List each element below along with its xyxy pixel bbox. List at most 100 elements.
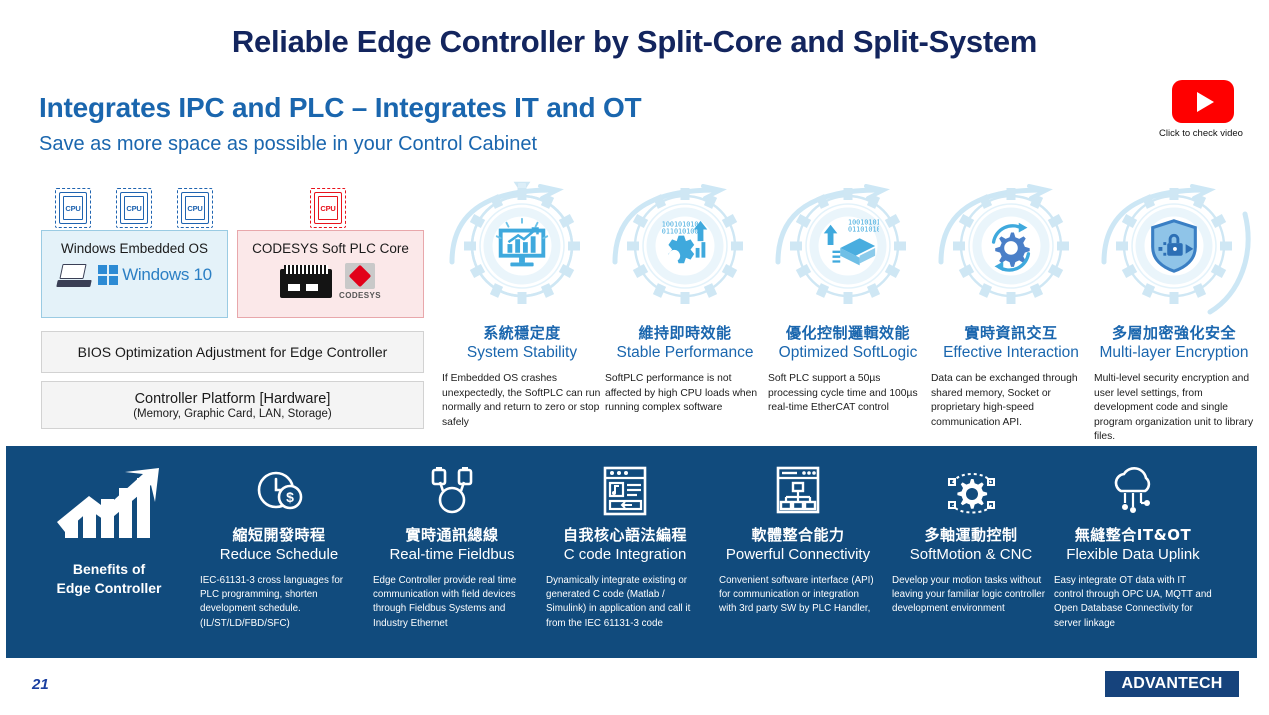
feature-title-cn: 優化控制邏輯效能	[785, 324, 910, 342]
codesys-logo: CODESYS	[339, 263, 381, 300]
feature-gear: 100101010 011010100	[780, 178, 916, 314]
feature-description: SoftPLC performance is not affected by h…	[605, 373, 758, 414]
benefit-title-en: Real-time Fieldbus	[389, 546, 515, 563]
svg-text:011010100: 011010100	[662, 227, 699, 235]
platform-sublabel: (Memory, Graphic Card, LAN, Storage)	[133, 407, 332, 420]
growth-chart-arrow-icon	[57, 468, 159, 538]
gear-bars-arrow-icon: 100101010 011010100	[662, 221, 708, 264]
benefit-description: Develop your motion tasks without leavin…	[892, 575, 1046, 615]
benefits-header: Benefits of Edge Controller	[34, 466, 184, 598]
feature-title-en: Effective Interaction	[943, 344, 1079, 361]
section-subheading: Save as more space as possible in your C…	[39, 133, 538, 155]
feature-title-cn: 系統穩定度	[483, 324, 561, 342]
windows-os-box: Windows Embedded OS Windows 10	[41, 230, 228, 318]
benefit-title-cn: 縮短開發時程	[232, 526, 326, 544]
feature-title-en: System Stability	[466, 344, 578, 361]
feature-description: If Embedded OS crashes unexpectedly, the…	[442, 373, 601, 428]
motion-gear-icon	[892, 462, 1050, 520]
page-number: 21	[32, 676, 49, 693]
feature-title-cn: 維持即時效能	[638, 324, 732, 342]
video-link[interactable]: Click to check video	[1159, 80, 1243, 139]
fieldbus-cable-icon	[373, 462, 531, 520]
feature-description: Soft PLC support a 50µs processing cycle…	[768, 373, 918, 414]
cpu-icon: CPU	[53, 186, 93, 230]
cpu-icon: CPU	[114, 186, 154, 230]
benefit-item: $ 縮短開發時程 Reduce Schedule IEC-61131-3 cro…	[200, 462, 358, 631]
advantech-wordmark: ADVANTECH	[1121, 675, 1223, 692]
code-window-icon	[546, 462, 704, 520]
benefit-description: Easy integrate OT data with IT control t…	[1054, 575, 1212, 629]
monitor-chart-icon	[495, 217, 549, 267]
windows-os-label: Windows Embedded OS	[60, 241, 209, 256]
benefit-title-en: Reduce Schedule	[219, 546, 339, 563]
plc-device-icon	[280, 265, 333, 298]
windows-version-label: Windows 10	[122, 265, 212, 284]
benefit-title-en: C code Integration	[563, 546, 687, 563]
feature-gear	[943, 178, 1079, 314]
slide-canvas: Reliable Edge Controller by Split-Core a…	[0, 0, 1269, 715]
chip-arrow-icon: 100101010 011010100	[823, 219, 879, 266]
benefits-header-line1: Benefits of	[72, 561, 146, 577]
bios-label: BIOS Optimization Adjustment for Edge Co…	[77, 344, 388, 360]
benefit-title-cn: 自我核心語法編程	[562, 526, 687, 544]
benefit-description: Convenient software interface (API) for …	[719, 575, 874, 615]
feature-gear: 100101010 011010100	[617, 178, 753, 314]
benefit-item: 實時通訊總線 Real-time Fieldbus Edge Controlle…	[373, 462, 531, 631]
feature-item: 系統穩定度 System Stability If Embedded OS cr…	[440, 178, 604, 430]
codesys-plc-box: CODESYS Soft PLC Core CODESYS	[237, 230, 424, 318]
windows-logo-row: Windows 10	[56, 263, 212, 287]
section-heading: Integrates IPC and PLC – Integrates IT a…	[39, 92, 642, 123]
feature-gear	[454, 178, 590, 314]
gear-cycle-icon	[991, 222, 1031, 272]
cpu-row: CPU CPU CPU CPU	[53, 186, 433, 232]
benefit-item: 無縫整合IT&OT Flexible Data Uplink Easy inte…	[1054, 462, 1212, 631]
benefit-title-cn: 軟體整合能力	[751, 526, 845, 544]
cloud-network-icon	[1054, 462, 1212, 520]
cpu-label: CPU	[185, 196, 205, 220]
bios-row: BIOS Optimization Adjustment for Edge Co…	[41, 331, 424, 373]
cpu-label: CPU	[124, 196, 144, 220]
benefit-item: 多軸運動控制 SoftMotion & CNC Develop your mot…	[892, 462, 1050, 617]
network-window-icon	[719, 462, 877, 520]
benefit-title-cn: 無縫整合IT&OT	[1074, 526, 1192, 544]
feature-item: 100101010 011010100 維持即時效能 Stable Perfor…	[603, 178, 767, 416]
platform-label: Controller Platform [Hardware]	[134, 390, 331, 407]
laptop-icon	[56, 263, 92, 287]
feature-list: 系統穩定度 System Stability If Embedded OS cr…	[440, 178, 1260, 442]
codesys-logo-row: CODESYS	[280, 263, 381, 300]
benefits-header-line2: Edge Controller	[56, 579, 162, 596]
feature-title-en: Stable Performance	[616, 344, 754, 361]
benefits-banner: Benefits of Edge Controller $ 縮短開發時程 Red…	[6, 446, 1257, 658]
feature-item: 100101010 011010100 優化控制邏輯效能 Optimized S…	[766, 178, 930, 416]
cpu-icon: CPU	[175, 186, 215, 230]
cpu-label: CPU	[318, 196, 338, 220]
benefit-description: Edge Controller provide real time commun…	[373, 575, 517, 629]
page-title: Reliable Edge Controller by Split-Core a…	[231, 24, 1038, 59]
benefit-description: Dynamically integrate existing or genera…	[546, 575, 691, 629]
feature-description: Data can be exchanged through shared mem…	[931, 373, 1078, 428]
cpu-icon-red: CPU	[308, 186, 348, 230]
platform-row: Controller Platform [Hardware] (Memory, …	[41, 381, 424, 429]
feature-title-en: Multi-layer Encryption	[1099, 344, 1249, 361]
feature-item: 實時資訊交互 Effective Interaction Data can be…	[929, 178, 1093, 430]
codesys-cube-icon	[344, 263, 375, 289]
windows-flag-icon	[98, 265, 119, 285]
feature-gear	[1106, 178, 1242, 314]
feature-item: 多層加密強化安全 Multi-layer Encryption Multi-le…	[1092, 178, 1256, 445]
benefit-description: IEC-61131-3 cross languages for PLC prog…	[200, 575, 344, 629]
feature-title-cn: 多層加密強化安全	[1111, 324, 1236, 342]
advantech-logo: ADVANTECH	[1105, 671, 1239, 697]
youtube-play-icon[interactable]	[1172, 80, 1234, 123]
benefit-item: 自我核心語法編程 C code Integration Dynamically …	[546, 462, 704, 631]
video-caption: Click to check video	[1159, 128, 1243, 139]
benefit-title-en: Powerful Connectivity	[725, 546, 871, 563]
cpu-label: CPU	[63, 196, 83, 220]
windows-logo: Windows 10	[98, 265, 212, 285]
benefit-title-cn: 實時通訊總線	[405, 526, 499, 544]
benefit-title-en: SoftMotion & CNC	[909, 546, 1033, 563]
benefit-item: 軟體整合能力 Powerful Connectivity Convenient …	[719, 462, 877, 617]
feature-title-cn: 實時資訊交互	[964, 324, 1058, 342]
svg-text:011010100: 011010100	[848, 225, 879, 233]
clock-dollar-icon: $	[200, 462, 358, 520]
codesys-wordmark: CODESYS	[339, 291, 381, 300]
